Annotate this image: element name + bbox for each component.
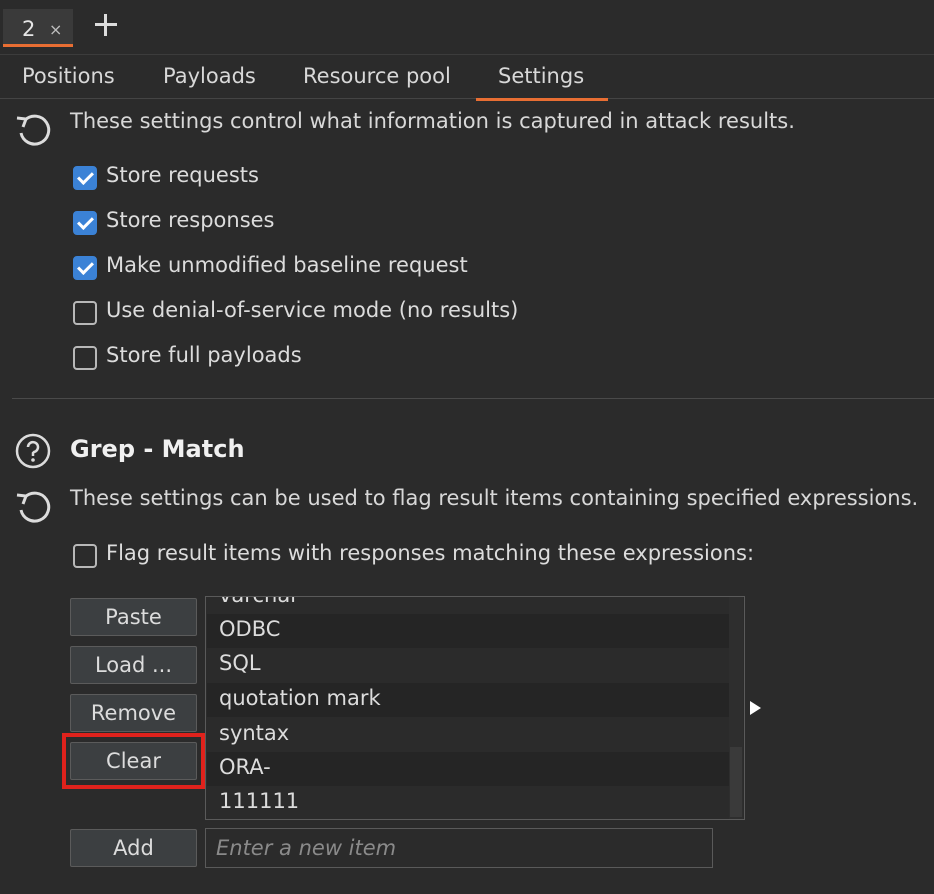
flag-results-label: Flag result items with responses matchin… [106, 541, 755, 565]
tab-positions[interactable]: Positions [22, 64, 115, 88]
reset-icon[interactable] [13, 110, 53, 150]
full-payloads-label: Store full payloads [106, 343, 302, 367]
list-item[interactable]: varchar [207, 597, 729, 614]
load-button[interactable]: Load ... [70, 646, 197, 684]
dos-mode-checkbox[interactable] [73, 301, 97, 325]
tab-bar: 2 × [0, 0, 934, 55]
reset-icon[interactable] [13, 487, 53, 527]
expression-list[interactable]: varchar ODBC SQL quotation mark syntax O… [205, 596, 745, 820]
list-item[interactable]: ORA- [207, 752, 729, 786]
scroll-thumb[interactable] [730, 747, 742, 817]
grep-match-description: These settings can be used to flag resul… [70, 486, 919, 510]
close-icon[interactable]: × [49, 20, 62, 39]
store-requests-label: Store requests [106, 163, 259, 187]
tab-payloads[interactable]: Payloads [163, 64, 256, 88]
tab-settings[interactable]: Settings [475, 64, 609, 101]
new-item-input[interactable] [205, 828, 713, 868]
grep-match-title: Grep - Match [70, 435, 245, 463]
plus-icon[interactable] [92, 11, 120, 39]
mouse-cursor-icon [750, 701, 761, 715]
tab-label: 2 [22, 17, 36, 41]
flag-results-checkbox[interactable] [73, 544, 97, 568]
settings-tabs: Positions Payloads Resource pool Setting… [0, 55, 934, 101]
list-item[interactable]: quotation mark [207, 683, 729, 717]
paste-button[interactable]: Paste [70, 598, 197, 636]
section-divider [12, 398, 934, 399]
list-item[interactable]: SQL [207, 648, 729, 682]
list-item[interactable]: syntax [207, 718, 729, 752]
store-responses-label: Store responses [106, 208, 275, 232]
list-item[interactable]: ODBC [207, 614, 729, 648]
full-payloads-checkbox[interactable] [73, 346, 97, 370]
list-item[interactable]: 111111 [207, 786, 729, 819]
highlight-box [62, 733, 205, 789]
store-requests-checkbox[interactable] [73, 166, 97, 190]
remove-button[interactable]: Remove [70, 694, 197, 732]
help-icon[interactable] [15, 433, 51, 469]
add-button[interactable]: Add [70, 829, 197, 867]
tab-2[interactable]: 2 × [3, 9, 73, 47]
store-responses-checkbox[interactable] [73, 211, 97, 235]
baseline-request-checkbox[interactable] [73, 256, 97, 280]
baseline-request-label: Make unmodified baseline request [106, 253, 468, 277]
results-description: These settings control what information … [70, 109, 795, 133]
tab-resource-pool[interactable]: Resource pool [303, 64, 451, 88]
dos-mode-label: Use denial-of-service mode (no results) [106, 298, 519, 322]
list-scrollbar[interactable] [729, 597, 743, 819]
